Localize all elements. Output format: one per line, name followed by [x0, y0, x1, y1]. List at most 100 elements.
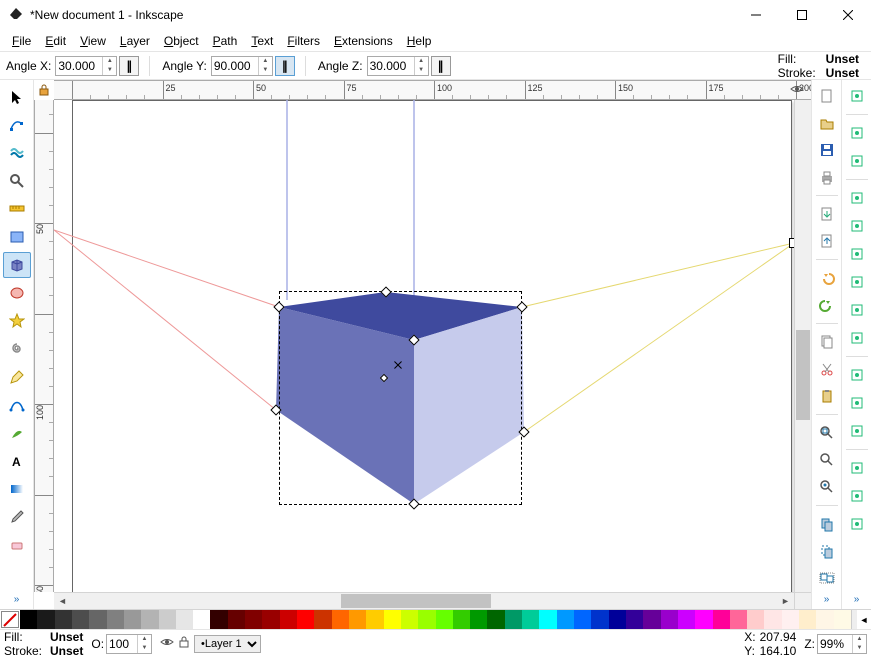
swatch[interactable] — [591, 610, 608, 629]
swatch[interactable] — [695, 610, 712, 629]
vertical-scrollbar[interactable] — [794, 100, 811, 592]
snap-intersection-button[interactable] — [845, 242, 869, 266]
menu-object[interactable]: Object — [158, 32, 205, 50]
snap-toggle-button[interactable] — [845, 84, 869, 108]
menu-view[interactable]: View — [74, 32, 112, 50]
lock-guides-button[interactable] — [34, 80, 54, 100]
swatch[interactable] — [661, 610, 678, 629]
snap-cusp-button[interactable] — [845, 270, 869, 294]
cmd-cut[interactable] — [815, 357, 839, 380]
cmd-paste[interactable] — [815, 385, 839, 408]
cmd-copy[interactable] — [815, 330, 839, 353]
swatch[interactable] — [141, 610, 158, 629]
cmd-new[interactable] — [815, 84, 839, 107]
swatch[interactable] — [20, 610, 37, 629]
swatch[interactable] — [107, 610, 124, 629]
swatch[interactable] — [539, 610, 556, 629]
swatch[interactable] — [436, 610, 453, 629]
menu-help[interactable]: Help — [401, 32, 438, 50]
snap-edge-button[interactable] — [845, 149, 869, 173]
menu-edit[interactable]: Edit — [39, 32, 72, 50]
tool-measure[interactable] — [3, 196, 31, 222]
layer-select[interactable]: •Layer 1 — [194, 635, 261, 653]
opacity-input[interactable]: ▲▼ — [106, 634, 152, 654]
snap-smooth-button[interactable] — [845, 298, 869, 322]
horizontal-scrollbar[interactable]: ◄► — [54, 592, 794, 609]
swatch[interactable] — [453, 610, 470, 629]
close-button[interactable] — [825, 0, 871, 30]
swatch[interactable] — [176, 610, 193, 629]
no-fill-swatch[interactable] — [1, 611, 19, 628]
vp-x-toggle[interactable]: ∥ — [119, 56, 139, 76]
tool-dropper[interactable] — [3, 504, 31, 530]
tool-ellipse[interactable] — [3, 280, 31, 306]
swatch[interactable] — [245, 610, 262, 629]
swatch[interactable] — [384, 610, 401, 629]
snap-midpoint-button[interactable] — [845, 326, 869, 350]
snap-center-button[interactable] — [845, 363, 869, 387]
snap-node-button[interactable] — [845, 186, 869, 210]
menu-text[interactable]: Text — [245, 32, 279, 50]
swatch[interactable] — [314, 610, 331, 629]
cmd-zoom-fit[interactable] — [815, 421, 839, 444]
cmd-group[interactable] — [815, 567, 839, 590]
menu-filters[interactable]: Filters — [281, 32, 326, 50]
tool-node-edit[interactable] — [3, 112, 31, 138]
swatch[interactable] — [349, 610, 366, 629]
swatch[interactable] — [332, 610, 349, 629]
tool-selector[interactable] — [3, 84, 31, 110]
swatch[interactable] — [124, 610, 141, 629]
swatch[interactable] — [626, 610, 643, 629]
tool-eraser[interactable] — [3, 532, 31, 558]
swatch[interactable] — [505, 610, 522, 629]
tool-text[interactable]: A — [3, 448, 31, 474]
vertical-ruler[interactable]: 50100150 — [34, 100, 54, 592]
angle-y-input[interactable]: ▲▼ — [211, 56, 273, 76]
swatch[interactable] — [678, 610, 695, 629]
menu-file[interactable]: File — [6, 32, 37, 50]
minimize-button[interactable] — [733, 0, 779, 30]
swatch[interactable] — [401, 610, 418, 629]
snap-rotation-button[interactable] — [845, 391, 869, 415]
cmd-export[interactable] — [815, 230, 839, 253]
menu-extensions[interactable]: Extensions — [328, 32, 399, 50]
cmd-redo[interactable] — [815, 293, 839, 316]
menu-path[interactable]: Path — [207, 32, 244, 50]
cmd-save[interactable] — [815, 139, 839, 162]
tool-star[interactable] — [3, 308, 31, 334]
maximize-button[interactable] — [779, 0, 825, 30]
canvas[interactable] — [54, 100, 794, 592]
swatch[interactable] — [764, 610, 781, 629]
toolbox-more[interactable]: » — [14, 594, 20, 605]
menu-layer[interactable]: Layer — [114, 32, 156, 50]
tool-cube-3d[interactable] — [3, 252, 31, 278]
tool-pencil[interactable] — [3, 364, 31, 390]
tool-gradient[interactable] — [3, 476, 31, 502]
swatch[interactable] — [280, 610, 297, 629]
snap-more[interactable]: » — [854, 594, 860, 605]
snap-grid-button[interactable] — [845, 456, 869, 480]
angle-z-input[interactable]: ▲▼ — [367, 56, 429, 76]
cmd-zoom-page[interactable] — [815, 448, 839, 471]
zoom-input[interactable]: ▲▼ — [817, 634, 867, 654]
horizontal-ruler[interactable]: 255075100125150175200 — [54, 80, 811, 100]
cmd-import[interactable] — [815, 202, 839, 225]
angle-x-input[interactable]: ▲▼ — [55, 56, 117, 76]
cmd-clone[interactable] — [815, 539, 839, 562]
layer-lock-icon[interactable] — [178, 635, 190, 652]
swatch[interactable] — [782, 610, 799, 629]
snap-bbox-button[interactable] — [845, 121, 869, 145]
swatch[interactable] — [55, 610, 72, 629]
swatch[interactable] — [193, 610, 210, 629]
swatch[interactable] — [713, 610, 730, 629]
vp-z-toggle[interactable]: ∥ — [431, 56, 451, 76]
tool-zoom[interactable] — [3, 168, 31, 194]
swatch[interactable] — [418, 610, 435, 629]
swatch[interactable] — [89, 610, 106, 629]
tool-bezier[interactable] — [3, 392, 31, 418]
swatch[interactable] — [470, 610, 487, 629]
swatch[interactable] — [557, 610, 574, 629]
tool-calligraphy[interactable] — [3, 420, 31, 446]
swatch[interactable] — [297, 610, 314, 629]
vp-y-toggle[interactable]: ∥ — [275, 56, 295, 76]
